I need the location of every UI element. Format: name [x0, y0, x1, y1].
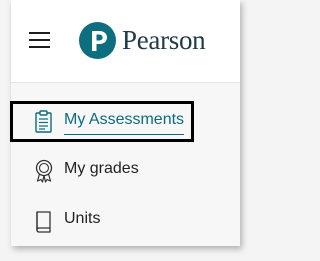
book-icon [33, 209, 55, 233]
hamburger-menu-icon[interactable] [29, 32, 50, 48]
sidebar-item-label: My grades [64, 160, 139, 177]
pearson-logo[interactable]: Pearson [79, 20, 206, 60]
sidebar-item-my-grades[interactable]: My grades [11, 149, 240, 191]
pearson-p-logo-icon [79, 21, 116, 59]
sidebar-item-label: Units [64, 210, 101, 227]
award-ribbon-icon [33, 159, 55, 183]
drawer-header: Pearson [11, 0, 240, 82]
sidebar-item-label: My Assessments [64, 111, 185, 135]
sidebar-item-my-assessments[interactable]: My Assessments [11, 100, 240, 142]
brand-name: Pearson [122, 24, 206, 55]
navigation-drawer: Pearson My Assessments My grades Units [11, 0, 240, 246]
sidebar-nav: My Assessments My grades Units [11, 83, 240, 246]
sidebar-item-units[interactable]: Units [11, 199, 240, 241]
clipboard-icon [33, 110, 55, 134]
